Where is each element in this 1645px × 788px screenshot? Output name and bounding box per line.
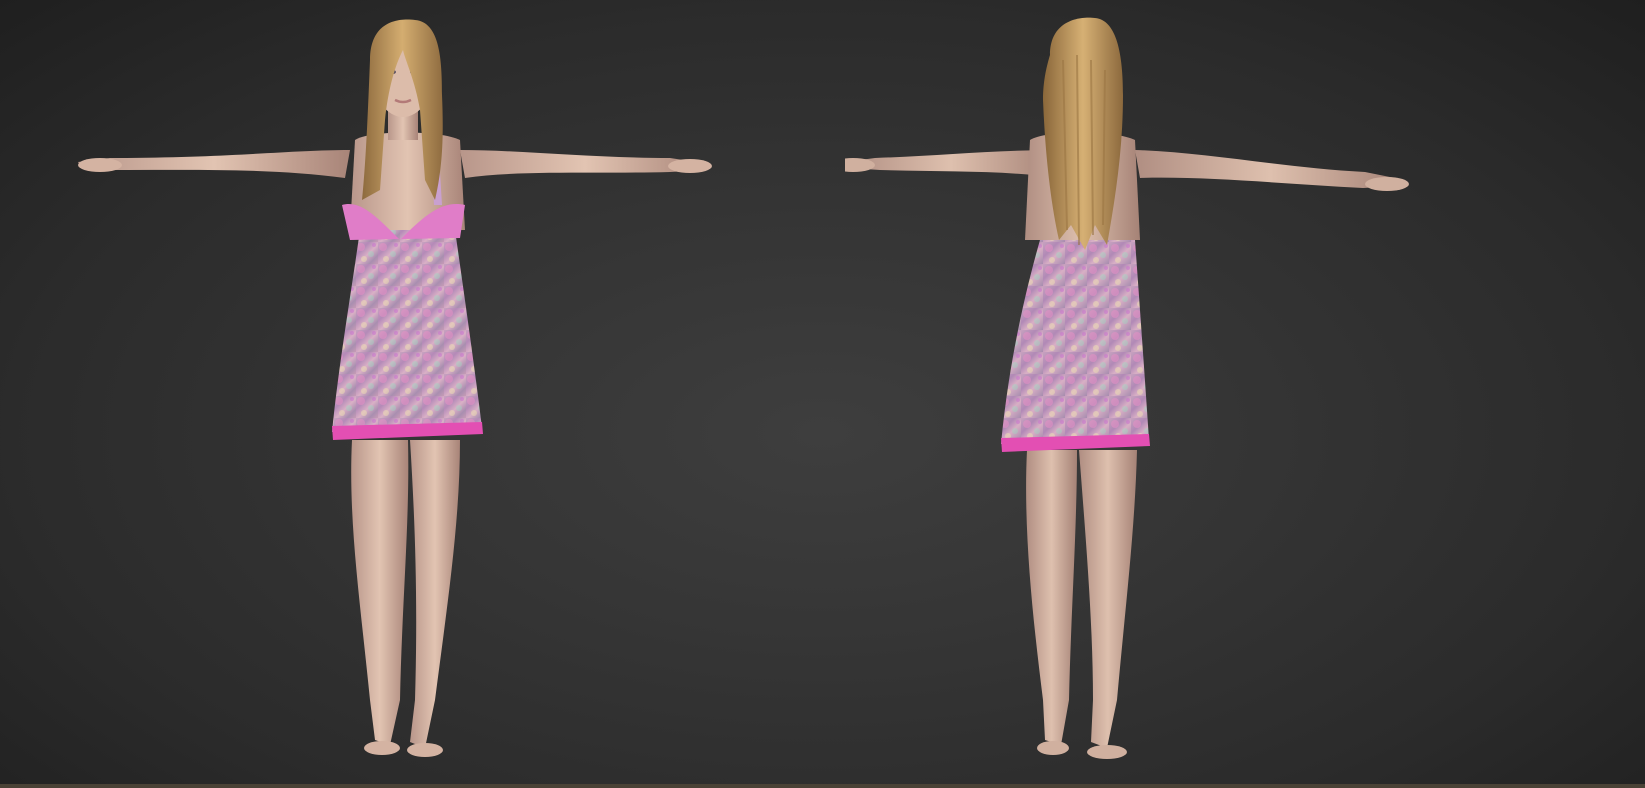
right-leg xyxy=(410,440,460,748)
character-back-view xyxy=(845,17,1409,759)
left-leg xyxy=(1026,450,1077,745)
right-arm xyxy=(1135,150,1405,188)
left-leg xyxy=(351,440,409,745)
left-arm xyxy=(845,150,1057,178)
viewport-bottom-strip xyxy=(0,784,1645,788)
character-front-view xyxy=(78,19,712,757)
3d-viewport[interactable] xyxy=(0,0,1645,788)
hair xyxy=(1043,17,1123,250)
right-leg xyxy=(1079,450,1137,748)
dress-skirt xyxy=(1001,240,1149,444)
dress-skirt xyxy=(332,230,482,432)
